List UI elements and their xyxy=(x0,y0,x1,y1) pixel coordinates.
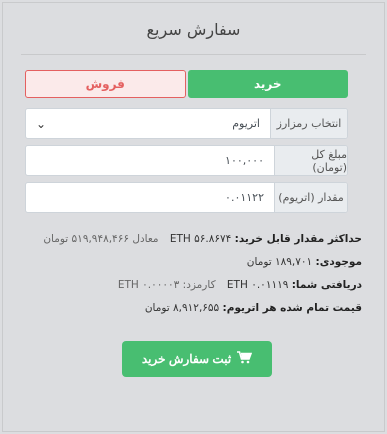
price-value: ۸,۹۱۲,۶۵۵ تومان xyxy=(144,302,220,314)
receive-value: ETH ۰.۰۱۱۱۹ xyxy=(226,279,289,291)
currency-select[interactable]: ⌄ اتریوم xyxy=(26,109,270,138)
page-title: سفارش سریع xyxy=(146,20,241,39)
total-label: مبلغ کل (تومان) xyxy=(274,146,347,175)
currency-label: انتخاب رمزارز xyxy=(270,109,347,138)
order-summary: حداکثر مقدار قابل خرید: ETH ۵۶.۸۶۷۴ معاد… xyxy=(25,228,362,320)
receive-line: دریافتی شما: ETH ۰.۰۱۱۱۹ کارمزد: ETH ۰.۰… xyxy=(25,274,362,297)
currency-select-value: اتریوم xyxy=(232,117,260,130)
chevron-down-icon: ⌄ xyxy=(36,116,47,131)
max-buy-equiv: معادل ۵۱۹,۹۴۸,۴۶۶ تومان xyxy=(43,233,159,245)
submit-buy-order-button[interactable]: ثبت سفارش خرید xyxy=(122,341,272,377)
order-type-tabs: فروش خرید xyxy=(25,70,348,98)
fee-value: کارمزد: ETH ۰.۰۰۰۰۳ xyxy=(117,279,216,291)
receive-label: دریافتی شما: xyxy=(291,279,362,291)
max-buy-line: حداکثر مقدار قابل خرید: ETH ۵۶.۸۶۷۴ معاد… xyxy=(25,228,362,251)
shopping-cart-icon xyxy=(237,351,253,367)
max-buy-label: حداکثر مقدار قابل خرید: xyxy=(234,233,362,245)
price-line: قیمت تمام شده هر اتریوم: ۸,۹۱۲,۶۵۵ تومان xyxy=(25,297,362,320)
max-buy-value: ETH ۵۶.۸۶۷۴ xyxy=(169,233,232,245)
total-input[interactable] xyxy=(36,154,264,167)
balance-label: موجودی: xyxy=(315,256,362,268)
tab-buy[interactable]: خرید xyxy=(187,70,348,98)
amount-input[interactable] xyxy=(36,191,264,204)
total-row: مبلغ کل (تومان) xyxy=(25,145,348,176)
amount-row: مقدار (اتریوم) xyxy=(25,182,348,213)
quick-order-panel: سفارش سریع فروش خرید ⌄ اتریوم انتخاب رمز… xyxy=(2,2,385,432)
amount-label: مقدار (اتریوم) xyxy=(274,183,347,212)
balance-value: ۱۸۹,۷۰۱ تومان xyxy=(246,256,313,268)
currency-select-row: ⌄ اتریوم انتخاب رمزارز xyxy=(25,108,348,139)
price-label: قیمت تمام شده هر اتریوم: xyxy=(222,302,362,314)
tab-sell[interactable]: فروش xyxy=(25,70,186,98)
submit-label: ثبت سفارش خرید xyxy=(141,352,232,366)
balance-line: موجودی: ۱۸۹,۷۰۱ تومان xyxy=(25,251,362,274)
title-divider xyxy=(21,54,366,55)
